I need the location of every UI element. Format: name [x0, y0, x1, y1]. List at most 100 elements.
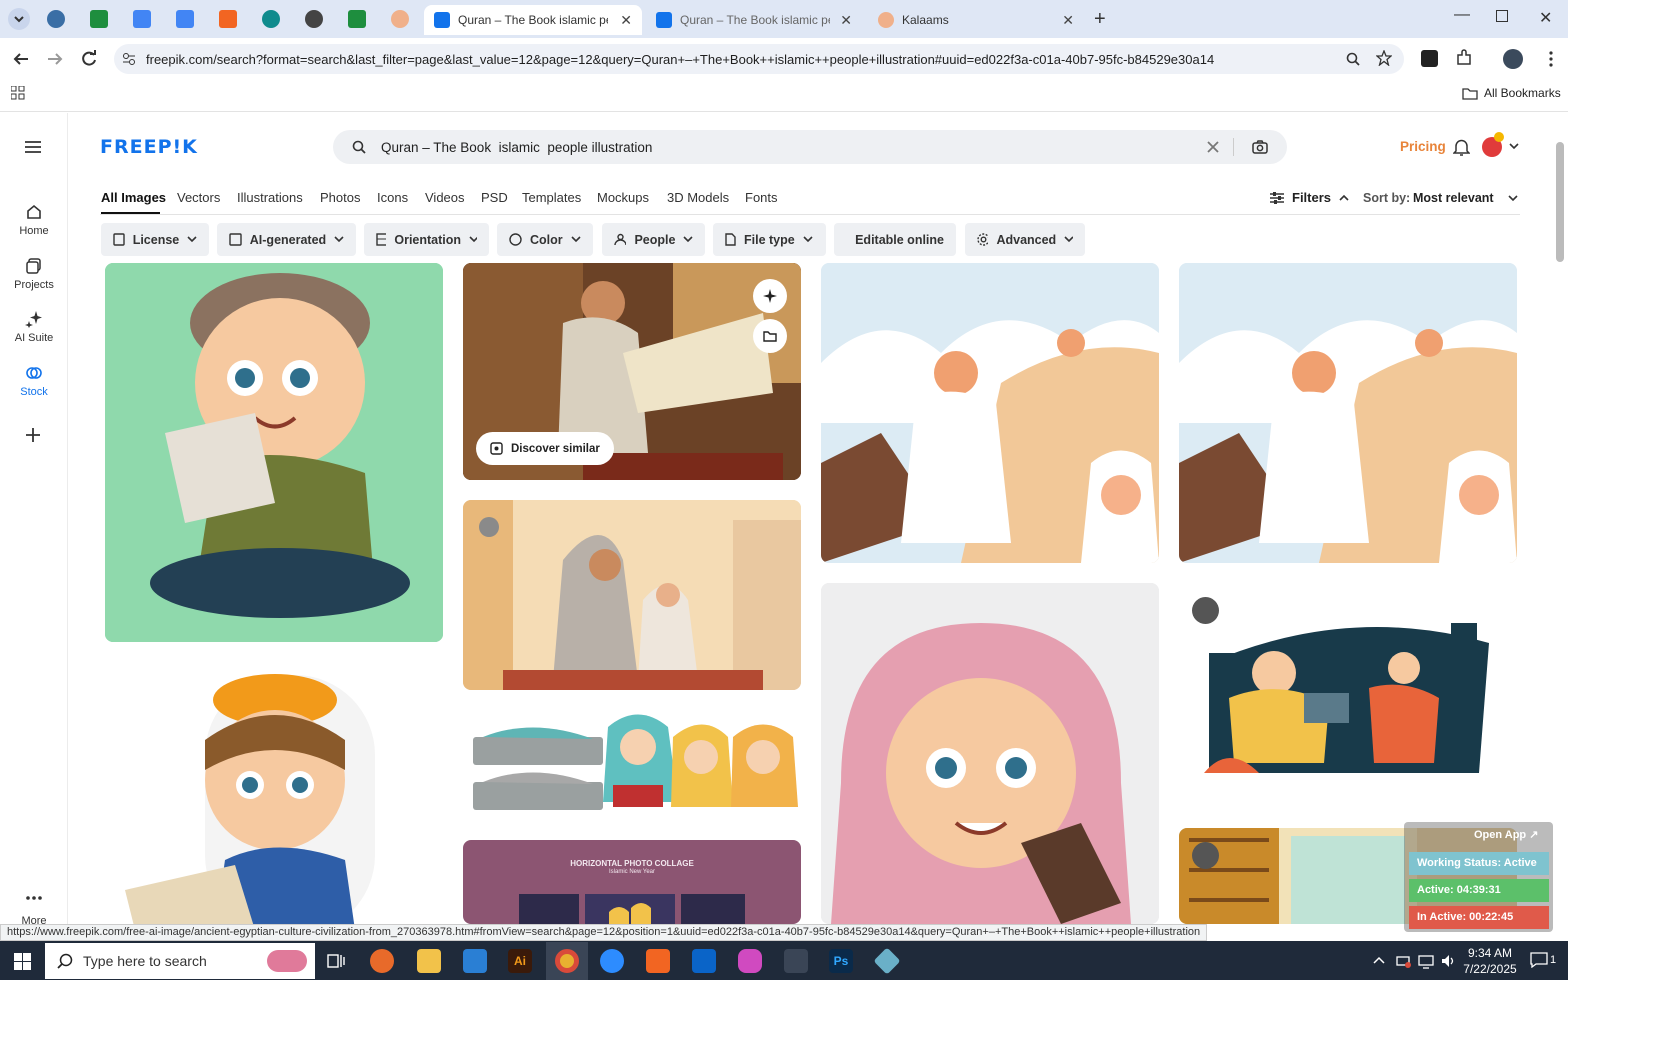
network-icon[interactable]: [1418, 953, 1434, 969]
menu-dots-icon[interactable]: [1548, 50, 1554, 68]
pinned-tab-app-icon[interactable]: [219, 10, 237, 28]
zoom-icon[interactable]: [1346, 52, 1360, 66]
notification-center-button[interactable]: 1: [1530, 952, 1556, 968]
pricing-link[interactable]: Pricing: [1400, 139, 1446, 154]
image-card-pilgrims-2[interactable]: [1179, 263, 1517, 563]
sort-dropdown[interactable]: Most relevant: [1413, 191, 1518, 205]
camera-search-icon[interactable]: [1252, 140, 1268, 154]
save-to-collection-button[interactable]: [753, 319, 787, 353]
extensions-puzzle-icon[interactable]: [1455, 49, 1473, 67]
sidebar-item-stock[interactable]: Stock: [0, 364, 68, 398]
filter-editable-online-button[interactable]: Editable online: [834, 223, 956, 256]
taskbar-search[interactable]: Type here to search: [45, 943, 315, 979]
battery-warning-icon[interactable]: [1396, 953, 1412, 969]
clear-search-icon[interactable]: [1207, 141, 1219, 153]
tray-chevron-up-icon[interactable]: [1373, 956, 1385, 964]
creative-cloud-icon[interactable]: [738, 949, 762, 973]
image-card-boy-reading[interactable]: [105, 263, 443, 642]
pinned-tab-docs-icon[interactable]: [176, 10, 194, 28]
back-icon[interactable]: [12, 51, 30, 67]
close-icon[interactable]: ✕: [840, 12, 852, 29]
sidebar-item-ai-suite[interactable]: AI Suite: [0, 310, 68, 344]
task-view-icon[interactable]: [327, 952, 345, 970]
apps-grid-icon[interactable]: [11, 86, 25, 100]
site-settings-icon[interactable]: [122, 52, 136, 66]
page-scrollbar[interactable]: [1556, 142, 1564, 262]
bookmark-star-icon[interactable]: [1376, 50, 1392, 66]
filter-ai-generated-button[interactable]: AI-generated: [217, 223, 356, 256]
filter-color-button[interactable]: Color: [497, 223, 593, 256]
pinned-tab-wordpress-icon[interactable]: [47, 10, 65, 28]
zoom-app-icon[interactable]: [600, 949, 624, 973]
close-icon[interactable]: ✕: [1062, 12, 1074, 29]
close-icon[interactable]: ✕: [620, 12, 632, 29]
illustrator-icon[interactable]: Ai: [508, 949, 532, 973]
ai-variation-button[interactable]: [753, 279, 787, 313]
tab-active[interactable]: Quran – The Book islamic peop ✕: [424, 5, 642, 35]
address-bar[interactable]: freepik.com/search?format=search&last_fi…: [114, 44, 1404, 74]
filter-advanced-button[interactable]: Advanced: [965, 223, 1085, 256]
image-card-collage-template[interactable]: HORIZONTAL PHOTO COLLAGE Islamic New Yea…: [463, 840, 801, 924]
category-templates[interactable]: Templates: [522, 190, 581, 205]
tab-2[interactable]: Quran – The Book islamic peop ✕: [646, 5, 862, 35]
pinned-tab-sheets-icon[interactable]: [90, 10, 108, 28]
category-psd[interactable]: PSD: [481, 190, 508, 205]
file-explorer-icon[interactable]: [417, 949, 441, 973]
filter-people-button[interactable]: People: [602, 223, 705, 256]
category-illustrations[interactable]: Illustrations: [237, 190, 303, 205]
category-mockups[interactable]: Mockups: [597, 190, 649, 205]
image-card-boy-praying[interactable]: [105, 660, 443, 924]
close-window-button[interactable]: ✕: [1539, 8, 1552, 28]
minimize-button[interactable]: —: [1454, 6, 1470, 24]
restore-button[interactable]: [1496, 10, 1508, 22]
image-card-mother-daughter[interactable]: [463, 500, 801, 690]
notification-bell-icon[interactable]: [1453, 138, 1470, 156]
volume-icon[interactable]: [1440, 953, 1456, 969]
filters-toggle[interactable]: Filters: [1270, 190, 1349, 205]
forward-icon[interactable]: [46, 51, 64, 67]
category-videos[interactable]: Videos: [425, 190, 465, 205]
new-tab-button[interactable]: +: [1094, 8, 1106, 31]
image-card-pilgrims[interactable]: [821, 263, 1159, 563]
profile-avatar[interactable]: [1503, 49, 1523, 69]
all-bookmarks[interactable]: All Bookmarks: [1462, 86, 1561, 100]
image-card-reading-night[interactable]: [1179, 583, 1517, 808]
pinned-tab-chatgpt-icon[interactable]: [305, 10, 323, 28]
chevron-down-icon[interactable]: [1509, 143, 1519, 150]
firefox-icon[interactable]: [370, 949, 394, 973]
add-icon[interactable]: [25, 427, 41, 443]
photoshop-icon[interactable]: Ps: [829, 949, 853, 973]
hamburger-menu-icon[interactable]: [25, 140, 41, 154]
filter-orientation-button[interactable]: Orientation: [364, 223, 489, 256]
category-fonts[interactable]: Fonts: [745, 190, 778, 205]
taskbar-clock[interactable]: 9:34 AM 7/22/2025: [1462, 946, 1518, 976]
reload-icon[interactable]: [80, 50, 98, 68]
sidebar-item-home[interactable]: Home: [0, 203, 68, 237]
outlook-icon[interactable]: [692, 949, 716, 973]
tab-3[interactable]: Kalaams ✕: [868, 5, 1084, 35]
pinned-tab-app-icon[interactable]: [262, 10, 280, 28]
open-app-link[interactable]: Open App ↗: [1474, 828, 1538, 841]
app-icon[interactable]: [646, 949, 670, 973]
pen-tool-icon[interactable]: [784, 949, 808, 973]
category-vectors[interactable]: Vectors: [177, 190, 220, 205]
pinned-tab-docs-icon[interactable]: [133, 10, 151, 28]
pinned-tab-sheets-icon[interactable]: [348, 10, 366, 28]
extension-icon[interactable]: [1421, 50, 1438, 67]
category-all-images[interactable]: All Images: [101, 190, 166, 205]
filter-license-button[interactable]: License: [101, 223, 209, 256]
freepik-logo[interactable]: FREEP!K: [100, 136, 198, 158]
image-card-kids-praying[interactable]: [463, 707, 801, 825]
pinned-tab-kalaams-icon[interactable]: [391, 10, 409, 28]
filter-file-type-button[interactable]: File type: [713, 223, 826, 256]
sidebar-item-projects[interactable]: Projects: [0, 257, 68, 291]
category-icons[interactable]: Icons: [377, 190, 408, 205]
category-photos[interactable]: Photos: [320, 190, 360, 205]
image-card-scribe[interactable]: Discover similar: [463, 263, 801, 480]
search-input[interactable]: [381, 136, 1201, 158]
vscode-icon[interactable]: [463, 949, 487, 973]
sidebar-item-more[interactable]: More: [0, 893, 68, 927]
windows-start-icon[interactable]: [14, 953, 31, 970]
tab-search-button[interactable]: [8, 8, 30, 30]
category-3d-models[interactable]: 3D Models: [667, 190, 729, 205]
